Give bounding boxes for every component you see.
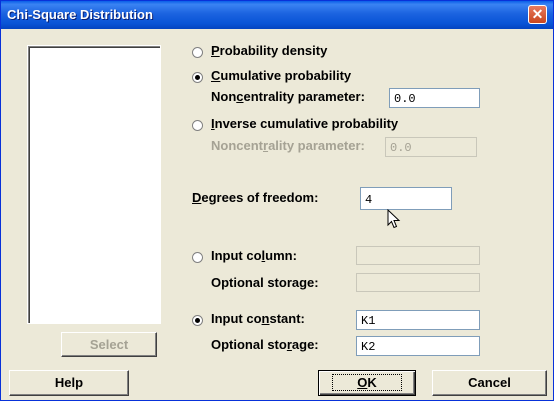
inverse-noncentrality-label: Noncentrality parameter:	[211, 138, 365, 153]
input-constant-radio[interactable]	[192, 315, 203, 326]
cumulative-probability-label[interactable]: Cumulative probability	[211, 68, 351, 83]
inverse-cumulative-label[interactable]: Inverse cumulative probability	[211, 116, 398, 131]
noncentrality-parameter-label: Noncentrality parameter:	[211, 89, 365, 104]
probability-density-radio[interactable]	[192, 47, 203, 58]
input-column-optional-storage-field	[356, 273, 480, 292]
select-button[interactable]: Select	[61, 332, 157, 357]
probability-density-label[interactable]: Probability density	[211, 43, 327, 58]
degrees-of-freedom-label: Degrees of freedom:	[192, 190, 319, 205]
degrees-of-freedom-input[interactable]: 4	[360, 187, 452, 210]
ok-button[interactable]: OK	[318, 370, 416, 396]
cumulative-probability-radio[interactable]	[192, 72, 203, 83]
chi-square-dialog: Chi-Square Distribution ✕ Probability de…	[0, 0, 554, 401]
title-bar[interactable]: Chi-Square Distribution ✕	[1, 1, 553, 29]
mouse-cursor-icon	[387, 209, 401, 229]
input-constant-optional-storage-field[interactable]: K2	[356, 336, 480, 356]
noncentrality-parameter-input[interactable]: 0.0	[389, 88, 480, 108]
variable-list[interactable]	[27, 45, 161, 324]
input-column-label[interactable]: Input column:	[211, 248, 297, 263]
window-title: Chi-Square Distribution	[7, 7, 153, 22]
help-button[interactable]: Help	[9, 370, 129, 396]
input-column-radio[interactable]	[192, 252, 203, 263]
input-column-field	[356, 246, 480, 265]
inverse-cumulative-radio[interactable]	[192, 120, 203, 131]
input-constant-optional-storage-label: Optional storage:	[211, 337, 319, 352]
inverse-noncentrality-input: 0.0	[385, 137, 477, 157]
input-constant-field[interactable]: K1	[356, 310, 480, 330]
cancel-button[interactable]: Cancel	[432, 370, 547, 396]
input-constant-label[interactable]: Input constant:	[211, 311, 305, 326]
input-column-optional-storage-label: Optional storage:	[211, 275, 319, 290]
close-icon[interactable]: ✕	[528, 5, 547, 24]
